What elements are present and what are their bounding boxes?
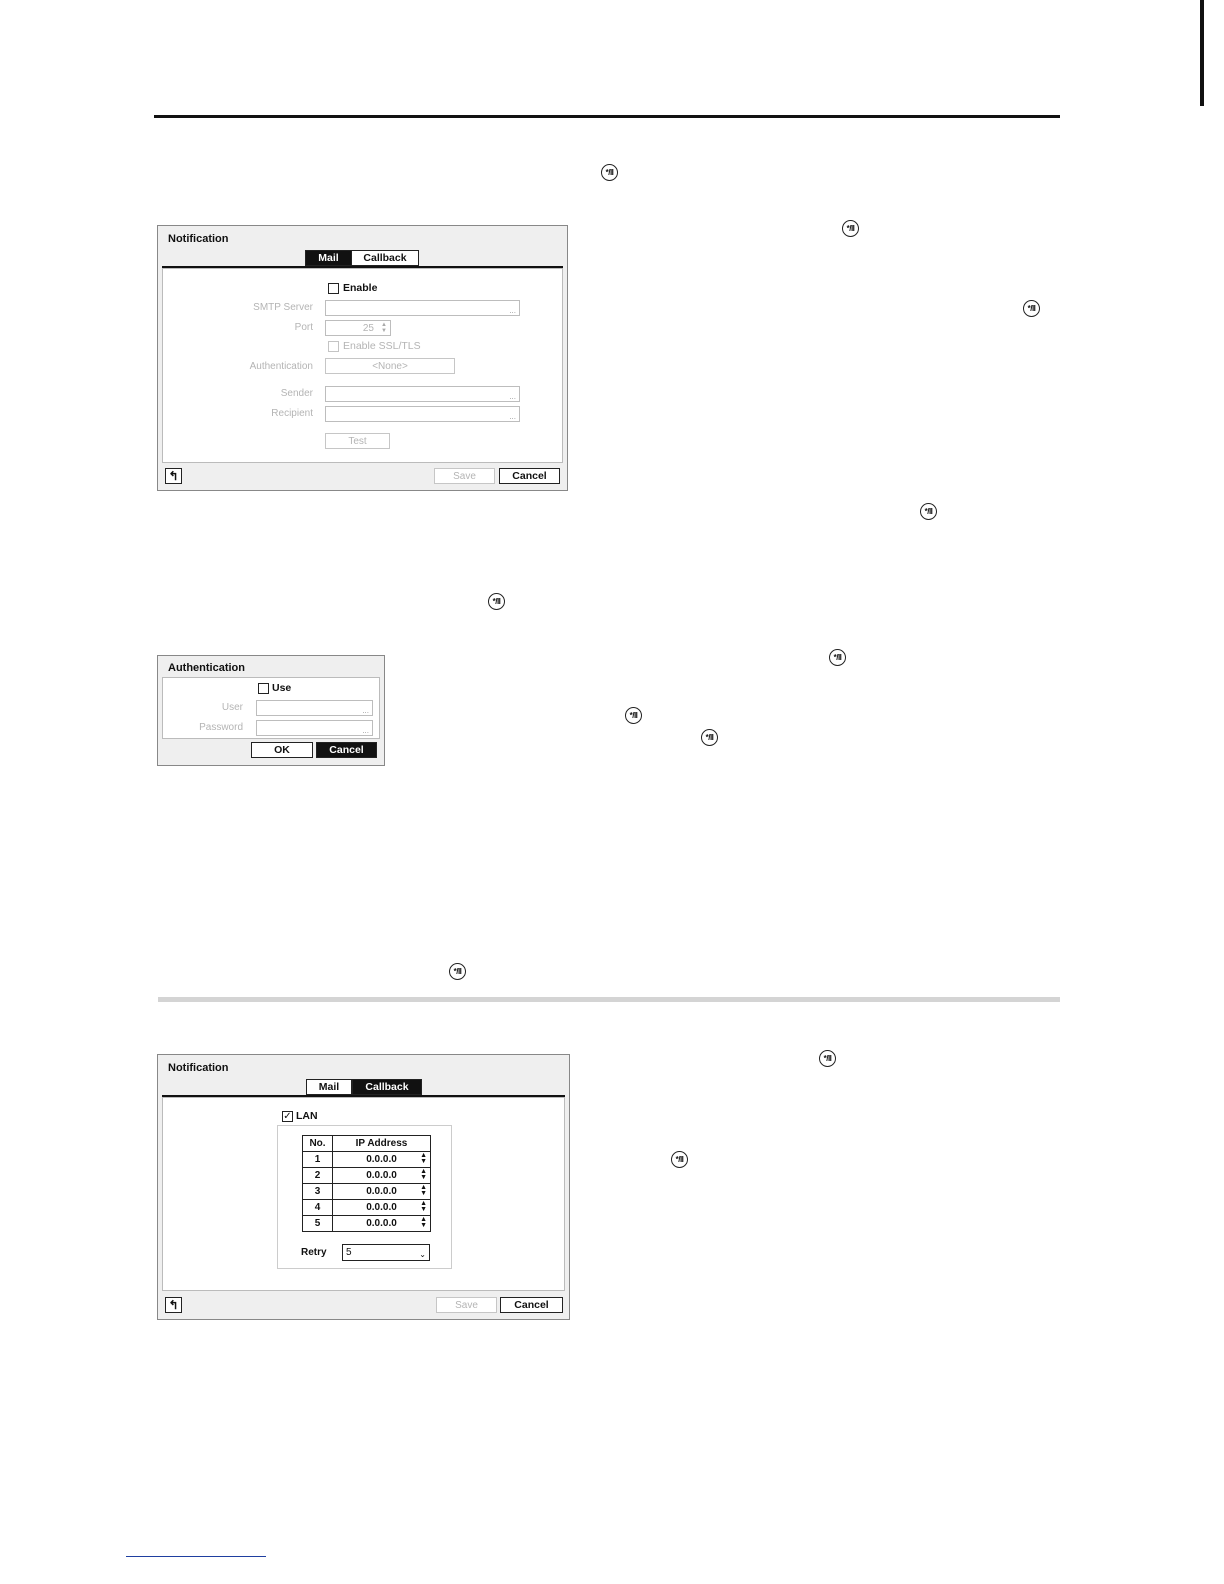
enable-label: Enable — [343, 282, 378, 294]
cancel-button[interactable]: Cancel — [316, 742, 377, 758]
column-header-no: No. — [302, 1135, 333, 1152]
page-edge-bar — [1200, 0, 1204, 106]
enter-button-icon: */II — [701, 729, 718, 746]
recipient-field[interactable]: ... — [325, 406, 520, 422]
smtp-server-field[interactable]: ... — [325, 300, 520, 316]
table-row: 1 0.0.0.0 ▲ ▼ — [302, 1151, 431, 1168]
port-spinner[interactable]: 25 ▲ ▼ — [325, 320, 391, 336]
spin-arrows-icon: ▲ ▼ — [420, 1168, 427, 1181]
spin-arrows-icon: ▲ ▼ — [420, 1216, 427, 1229]
password-field[interactable]: ... — [256, 720, 373, 736]
callback-settings-area: ✓ LAN No. IP Address 1 0.0.0.0 ▲ ▼ 2 0.0.0… — [162, 1097, 565, 1291]
tab-callback[interactable]: Callback — [352, 250, 419, 266]
ip-address-spinner[interactable]: 0.0.0.0 ▲ ▼ — [332, 1151, 431, 1168]
port-value: 25 — [362, 323, 374, 334]
enter-button-icon: */II — [819, 1050, 836, 1067]
test-button[interactable]: Test — [325, 433, 390, 449]
footnote-rule — [126, 1556, 266, 1557]
notification-callback-panel: Notification Mail Callback ✓ LAN No. IP … — [157, 1054, 570, 1320]
ok-button[interactable]: OK — [251, 742, 313, 758]
enter-button-icon: */II — [829, 649, 846, 666]
authentication-dialog: Authentication Use User ... Password ...… — [157, 655, 385, 766]
table-row: 2 0.0.0.0 ▲ ▼ — [302, 1167, 431, 1184]
table-row: 3 0.0.0.0 ▲ ▼ — [302, 1183, 431, 1200]
ip-address-spinner[interactable]: 0.0.0.0 ▲ ▼ — [332, 1183, 431, 1200]
authentication-button[interactable]: <None> — [325, 358, 455, 374]
smtp-server-label: SMTP Server — [253, 302, 313, 313]
lan-checkbox[interactable]: ✓ — [282, 1111, 293, 1122]
cancel-button[interactable]: Cancel — [500, 1297, 563, 1313]
ip-address-spinner[interactable]: 0.0.0.0 ▲ ▼ — [332, 1215, 431, 1232]
table-row: 5 0.0.0.0 ▲ ▼ — [302, 1215, 431, 1232]
save-button[interactable]: Save — [436, 1297, 497, 1313]
panel-title: Notification — [168, 233, 229, 245]
enter-button-icon: */II — [842, 220, 859, 237]
authentication-fields-area: Use User ... Password ... — [162, 677, 380, 739]
enter-button-icon: */II — [625, 707, 642, 724]
password-label: Password — [199, 722, 243, 733]
port-label: Port — [294, 322, 313, 333]
lan-label: LAN — [296, 1110, 318, 1122]
save-button[interactable]: Save — [434, 468, 495, 484]
spin-arrows-icon: ▲ ▼ — [420, 1152, 427, 1165]
use-label: Use — [272, 682, 292, 694]
ip-address-table: No. IP Address 1 0.0.0.0 ▲ ▼ 2 0.0.0.0 ▲ ▼ 3… — [302, 1135, 431, 1232]
tab-callback[interactable]: Callback — [352, 1079, 422, 1095]
enter-button-icon: */II — [671, 1151, 688, 1168]
table-row: 4 0.0.0.0 ▲ ▼ — [302, 1199, 431, 1216]
ip-address-spinner[interactable]: 0.0.0.0 ▲ ▼ — [332, 1167, 431, 1184]
enter-button-icon: */II — [449, 963, 466, 980]
enter-button-icon: */II — [601, 164, 618, 181]
tab-mail[interactable]: Mail — [306, 1079, 352, 1095]
retry-label: Retry — [301, 1247, 327, 1258]
enable-ssl-label: Enable SSL/TLS — [343, 340, 421, 352]
enter-button-icon: */II — [920, 503, 937, 520]
dropdown-arrow-icon: ⌄ — [419, 1250, 426, 1259]
enter-button-icon: */II — [488, 593, 505, 610]
spin-arrows-icon: ▲ ▼ — [420, 1184, 427, 1197]
back-arrow-icon[interactable]: ↰ — [165, 1297, 182, 1313]
user-field[interactable]: ... — [256, 700, 373, 716]
cancel-button[interactable]: Cancel — [499, 468, 560, 484]
authentication-label: Authentication — [249, 361, 313, 372]
enable-ssl-checkbox[interactable] — [328, 341, 339, 352]
header-rule — [154, 115, 1060, 118]
tab-mail[interactable]: Mail — [305, 250, 352, 266]
panel-title: Notification — [168, 1062, 229, 1074]
row-number: 1 — [302, 1151, 333, 1168]
enter-button-icon: */II — [1023, 300, 1040, 317]
mail-settings-area: Enable SMTP Server ... Port 25 ▲ ▼ Enable… — [162, 268, 563, 463]
user-label: User — [221, 702, 243, 713]
row-number: 4 — [302, 1199, 333, 1216]
enable-checkbox[interactable] — [328, 283, 339, 294]
dialog-title: Authentication — [168, 662, 245, 674]
spin-arrows-icon: ▲ ▼ — [381, 322, 387, 334]
lan-group-box: No. IP Address 1 0.0.0.0 ▲ ▼ 2 0.0.0.0 ▲ ▼ 3… — [277, 1125, 452, 1269]
spin-arrows-icon: ▲ ▼ — [420, 1200, 427, 1213]
recipient-label: Recipient — [271, 408, 313, 419]
row-number: 5 — [302, 1215, 333, 1232]
row-number: 2 — [302, 1167, 333, 1184]
section-divider — [158, 997, 1060, 1002]
back-arrow-icon[interactable]: ↰ — [165, 468, 182, 484]
sender-label: Sender — [280, 388, 313, 399]
row-number: 3 — [302, 1183, 333, 1200]
notification-mail-panel: Notification Mail Callback Enable SMTP S… — [157, 225, 568, 491]
sender-field[interactable]: ... — [325, 386, 520, 402]
column-header-ip: IP Address — [332, 1135, 431, 1152]
retry-dropdown[interactable]: 5 ⌄ — [342, 1244, 430, 1261]
use-checkbox[interactable] — [258, 683, 269, 694]
ip-address-spinner[interactable]: 0.0.0.0 ▲ ▼ — [332, 1199, 431, 1216]
